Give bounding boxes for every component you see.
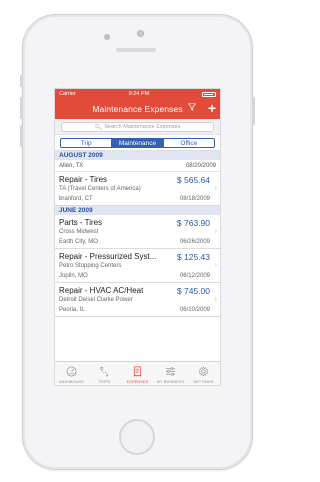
section-header: JUNE 2009 [55, 206, 220, 215]
list-item[interactable]: Allen, TX 08/20/2009 [55, 160, 220, 172]
plus-icon[interactable]: + [208, 100, 216, 116]
chevron-right-icon: › [214, 262, 217, 269]
front-camera [137, 30, 144, 37]
tab-label: SETTINGS [193, 379, 214, 384]
expense-amount: $ 745.00 [176, 286, 210, 296]
expense-list: AUGUST 2009 Allen, TX 08/20/2009 Repair … [55, 151, 220, 317]
battery-icon [201, 91, 216, 97]
volume-up-button [20, 97, 23, 119]
search-placeholder: Search Maintenance Expenses [104, 124, 181, 130]
tab-expenses[interactable]: EXPENSES [121, 362, 154, 385]
expense-vendor: Cross Midwest [59, 229, 99, 235]
volume-down-button [20, 125, 23, 147]
page-title: Maintenance Expenses [92, 104, 183, 114]
expense-vendor: TA (Travel Centers of America) [59, 186, 141, 192]
expense-vendor: Petro Stopping Centers [59, 263, 122, 269]
item-location: Allen, TX [59, 162, 84, 169]
tab-dashboard[interactable]: DASHBOARD [55, 362, 88, 385]
proximity-sensor [104, 34, 110, 40]
tab-bar: DASHBOARD TRIPS EXPENSES MY BUSINESS SET… [55, 361, 220, 385]
chevron-right-icon: › [214, 296, 217, 303]
tab-label: TRIPS [98, 379, 111, 384]
expense-row[interactable]: Repair - Tires $ 565.64 TA (Travel Cente… [55, 172, 220, 206]
tab-label: DASHBOARD [58, 379, 85, 384]
segment-trip[interactable]: Trip [61, 139, 113, 147]
item-date: 08/20/2009 [185, 162, 216, 169]
expense-row[interactable]: Parts - Tires $ 763.90 Cross Midwest Ear… [55, 215, 220, 249]
gear-icon [197, 365, 211, 378]
tab-settings[interactable]: SETTINGS [187, 362, 220, 385]
nav-bar: Maintenance Expenses + [55, 99, 220, 119]
expense-title: Parts - Tires [59, 218, 103, 227]
chevron-right-icon: › [214, 228, 217, 235]
clock-label: 9:24 PM [128, 91, 150, 97]
segment-office[interactable]: Office [164, 139, 214, 147]
expense-location: Earth City, MO [59, 239, 98, 245]
expense-title: Repair - Tires [59, 175, 108, 184]
chevron-right-icon: › [214, 185, 217, 192]
receipt-icon [131, 365, 145, 378]
status-bar: Carrier 9:24 PM [55, 89, 220, 99]
section-header: AUGUST 2009 [55, 151, 220, 160]
search-icon: 🔍︎ [94, 124, 103, 131]
category-segment-wrap: Trip Maintenance Office [55, 135, 220, 151]
search-input[interactable]: 🔍︎ Search Maintenance Expenses [61, 122, 214, 132]
expense-title: Repair - Pressurized Syst... [59, 252, 157, 261]
dashboard-gauge-icon [65, 365, 79, 378]
expense-amount: $ 565.64 [176, 175, 210, 185]
segment-maintenance[interactable]: Maintenance [112, 139, 164, 147]
expense-vendor: Detroit Deisel Clarke Power [59, 297, 133, 303]
expense-title: Repair - HVAC AC/Heat [59, 286, 144, 295]
expense-row[interactable]: Repair - Pressurized Syst... $ 125.43 Pe… [55, 249, 220, 283]
expense-amount: $ 763.90 [176, 218, 210, 228]
tab-label: EXPENSES [126, 379, 149, 384]
mute-switch [20, 75, 23, 87]
expense-location: Joplin, MO [59, 273, 88, 279]
tab-trips[interactable]: TRIPS [88, 362, 121, 385]
expense-location: Peoria, IL [59, 307, 85, 313]
power-button [252, 97, 255, 125]
filter-icon[interactable] [187, 103, 197, 113]
expense-amount: $ 125.43 [176, 252, 210, 262]
expense-row[interactable]: Repair - HVAC AC/Heat $ 745.00 Detroit D… [55, 283, 220, 317]
route-pin-icon [98, 365, 112, 378]
expense-date: 06/12/2009 [179, 273, 210, 279]
sliders-icon [164, 365, 178, 378]
expense-date: 06/10/2009 [179, 307, 210, 313]
earpiece-speaker [116, 48, 156, 52]
search-bar: 🔍︎ Search Maintenance Expenses [55, 119, 220, 135]
category-segmented-control: Trip Maintenance Office [60, 138, 215, 148]
tab-my-business[interactable]: MY BUSINESS [154, 362, 187, 385]
home-button[interactable] [119, 419, 155, 455]
carrier-label: Carrier [59, 91, 76, 97]
app-screen: Carrier 9:24 PM Maintenance Expenses + 🔍… [54, 88, 221, 386]
expense-date: 06/26/2009 [179, 239, 210, 245]
expense-location: branford, CT [59, 196, 93, 202]
tab-label: MY BUSINESS [156, 379, 185, 384]
expense-date: 08/18/2009 [179, 196, 210, 202]
